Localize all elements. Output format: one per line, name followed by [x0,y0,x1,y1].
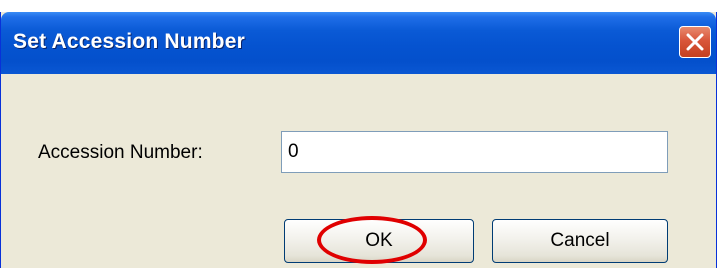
title-bar[interactable]: Set Accession Number [1,12,716,74]
close-x-icon [686,33,704,51]
accession-number-label: Accession Number: [38,142,203,163]
accession-number-input[interactable] [281,131,668,173]
close-button[interactable] [679,26,711,58]
set-accession-number-dialog: Set Accession Number Accession Number: O… [0,12,717,268]
ok-button[interactable]: OK [284,219,474,263]
cancel-button[interactable]: Cancel [492,219,668,263]
dialog-title: Set Accession Number [13,30,245,53]
